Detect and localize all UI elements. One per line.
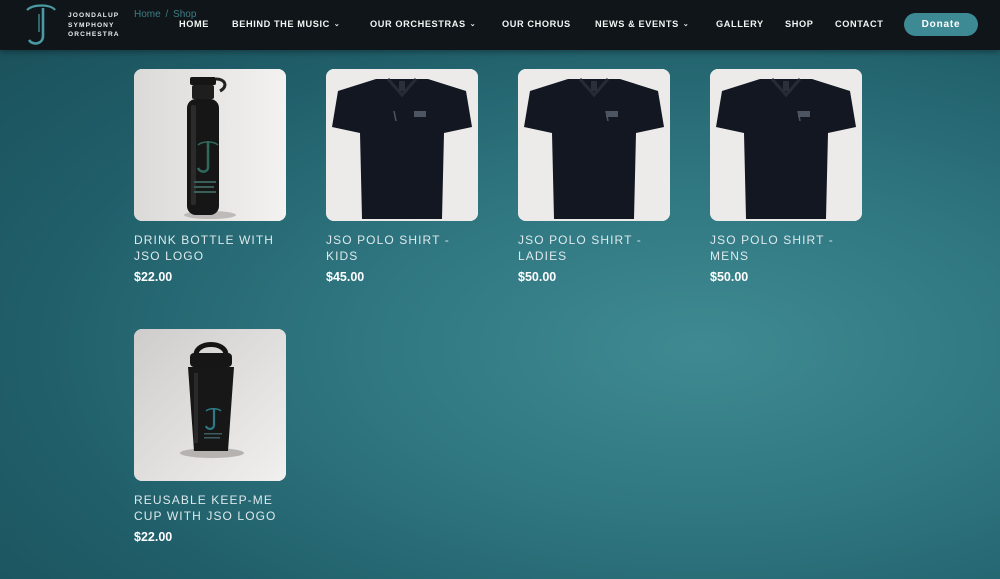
nav-gallery[interactable]: GALLERY <box>716 19 764 29</box>
drink-bottle-image <box>134 69 286 221</box>
product-card[interactable]: JSO POLO SHIRT - MENS $50.00 <box>710 69 862 284</box>
product-title[interactable]: DRINK BOTTLE WITH JSO LOGO <box>134 232 286 264</box>
nav-news-label: NEWS & EVENTS <box>595 19 679 29</box>
breadcrumb-separator: / <box>165 9 169 20</box>
nav-home[interactable]: HOME <box>179 19 209 29</box>
product-image[interactable] <box>134 329 286 481</box>
product-title[interactable]: JSO POLO SHIRT - MENS <box>710 232 862 264</box>
nav-our-chorus[interactable]: OUR CHORUS <box>502 19 571 29</box>
nav-gallery-label: GALLERY <box>716 19 764 29</box>
product-price: $22.00 <box>134 530 173 544</box>
product-card[interactable]: JSO POLO SHIRT - LADIES $50.00 <box>518 69 670 284</box>
product-price: $50.00 <box>518 270 557 284</box>
product-card[interactable]: JSO POLO SHIRT - KIDS $45.00 <box>326 69 478 284</box>
nav-behind-the-music[interactable]: BEHIND THE MUSIC ⌄ <box>232 19 340 29</box>
brand-line-3: ORCHESTRA <box>68 31 120 39</box>
brand-name[interactable]: JOONDALUP SYMPHONY ORCHESTRA <box>68 11 120 40</box>
product-price: $45.00 <box>326 270 365 284</box>
donate-button[interactable]: Donate <box>904 13 978 36</box>
polo-shirt-image <box>326 69 478 221</box>
polo-shirt-image <box>710 69 862 221</box>
nav-orchestras-label: OUR ORCHESTRAS <box>370 19 466 29</box>
chevron-down-icon: ⌄ <box>682 21 690 28</box>
top-navbar: JOONDALUP SYMPHONY ORCHESTRA Home / Shop… <box>0 0 1000 50</box>
product-price: $50.00 <box>710 270 749 284</box>
product-image[interactable] <box>518 69 670 221</box>
product-card[interactable]: REUSABLE KEEP-ME CUP WITH JSO LOGO $22.0… <box>134 329 286 544</box>
nav-chorus-label: OUR CHORUS <box>502 19 571 29</box>
polo-shirt-image <box>518 69 670 221</box>
chevron-down-icon: ⌄ <box>469 21 477 28</box>
nav-news-events[interactable]: NEWS & EVENTS ⌄ <box>595 19 689 29</box>
product-image[interactable] <box>710 69 862 221</box>
nav-contact[interactable]: CONTACT <box>835 19 883 29</box>
nav-behind-label: BEHIND THE MUSIC <box>232 19 330 29</box>
product-price: $22.00 <box>134 270 173 284</box>
keep-cup-image <box>134 329 286 481</box>
product-title[interactable]: REUSABLE KEEP-ME CUP WITH JSO LOGO <box>134 492 286 524</box>
jso-logo-icon[interactable] <box>19 2 61 48</box>
product-image[interactable] <box>326 69 478 221</box>
brand-line-1: JOONDALUP <box>68 12 120 19</box>
nav-shop-label: SHOP <box>785 19 814 29</box>
nav-contact-label: CONTACT <box>835 19 884 29</box>
product-title[interactable]: JSO POLO SHIRT - KIDS <box>326 232 478 264</box>
nav-shop[interactable]: SHOP <box>785 19 813 29</box>
product-image[interactable] <box>134 69 286 221</box>
brand-line-2: SYMPHONY <box>68 21 115 29</box>
product-card[interactable]: DRINK BOTTLE WITH JSO LOGO $22.00 <box>134 69 286 284</box>
chevron-down-icon: ⌄ <box>333 21 341 28</box>
nav-home-label: HOME <box>179 19 209 29</box>
product-title[interactable]: JSO POLO SHIRT - LADIES <box>518 232 670 264</box>
nav-our-orchestras[interactable]: OUR ORCHESTRAS ⌄ <box>370 19 476 29</box>
breadcrumb-home-link[interactable]: Home <box>134 9 161 20</box>
